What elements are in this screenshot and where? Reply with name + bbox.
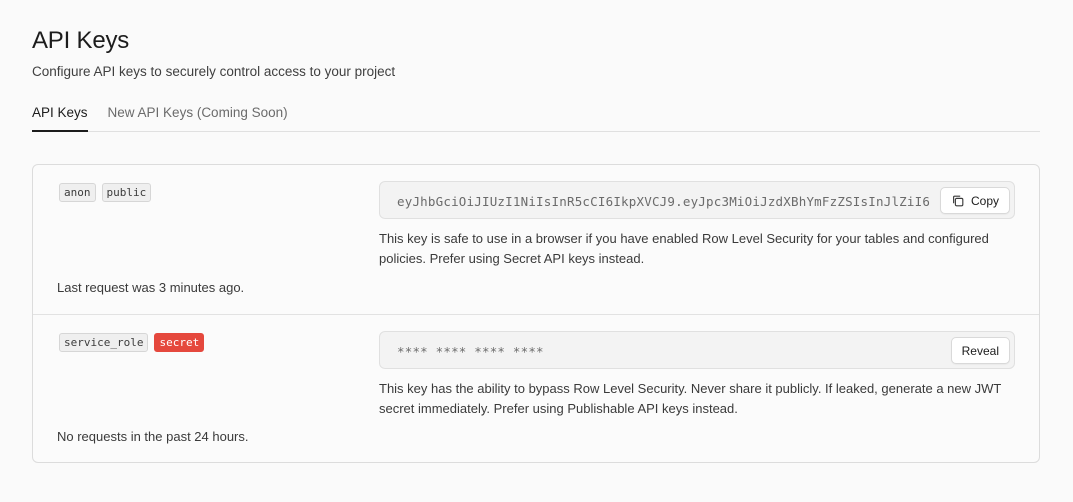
visibility-badge: public xyxy=(101,183,152,202)
copy-button-label: Copy xyxy=(970,193,999,208)
tab-bar: API Keys New API Keys (Coming Soon) xyxy=(32,102,1040,132)
copy-button[interactable]: Copy xyxy=(939,187,1010,214)
service-role-key-field[interactable]: **** **** **** **** Reveal xyxy=(379,331,1015,369)
anon-key-description: This key is safe to use in a browser if … xyxy=(379,231,989,266)
key-badges: anon public xyxy=(59,183,152,202)
api-keys-card: anon public eyJhbGciOiJIUzI1NiIsInR5cCI6… xyxy=(32,164,1040,463)
role-badge: service_role xyxy=(59,333,149,352)
copy-icon xyxy=(953,195,964,206)
key-row-service-role: service_role secret **** **** **** **** … xyxy=(33,315,1039,462)
anon-key-field[interactable]: eyJhbGciOiJIUzI1NiIsInR5cCI6IkpXVCJ9.eyJ… xyxy=(379,181,1015,219)
key-badges: service_role secret xyxy=(59,333,205,352)
reveal-button-label: Reveal xyxy=(961,343,999,358)
page-subtitle: Configure API keys to securely control a… xyxy=(32,64,396,79)
anon-last-request: Last request was 3 minutes ago. xyxy=(57,280,245,295)
service-role-key-value: **** **** **** **** xyxy=(397,344,544,359)
secret-badge: secret xyxy=(154,333,205,352)
key-row-anon: anon public eyJhbGciOiJIUzI1NiIsInR5cCI6… xyxy=(33,165,1039,315)
anon-key-value[interactable]: eyJhbGciOiJIUzI1NiIsInR5cCI6IkpXVCJ9.eyJ… xyxy=(397,194,957,209)
api-keys-page: API Keys Configure API keys to securely … xyxy=(0,0,1073,502)
tab-api-keys[interactable]: API Keys xyxy=(32,102,88,132)
tab-new-api-keys[interactable]: New API Keys (Coming Soon) xyxy=(108,102,288,132)
service-role-key-description: This key has the ability to bypass Row L… xyxy=(379,381,1002,416)
role-badge: anon xyxy=(59,183,96,202)
page-title: API Keys xyxy=(32,27,130,54)
reveal-button[interactable]: Reveal xyxy=(950,337,1010,364)
service-role-last-request: No requests in the past 24 hours. xyxy=(57,429,249,444)
